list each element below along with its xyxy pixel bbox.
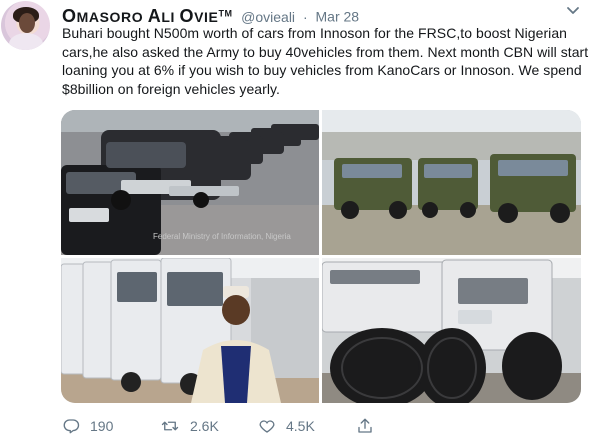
like-icon	[259, 420, 275, 433]
display-name[interactable]: OMASORO ALI OVIETM	[62, 6, 237, 26]
tweet-text: Buhari bought N500m worth of cars from I…	[62, 25, 589, 97]
tweet-date[interactable]: Mar 28	[316, 9, 360, 25]
retweet-count: 2.6K	[190, 418, 219, 434]
photo-trucks-man[interactable]	[61, 258, 319, 403]
photo-black-suvs[interactable]: Federal Ministry of Information, Nigeria	[61, 110, 319, 255]
retweet-button[interactable]: 2.6K	[160, 416, 219, 436]
photo-watermark: Federal Ministry of Information, Nigeria	[153, 232, 291, 241]
action-bar: 190 2.6K 4.5K	[62, 416, 582, 436]
like-count: 4.5K	[286, 418, 315, 434]
chevron-down-icon[interactable]	[566, 6, 580, 16]
media-grid[interactable]: Federal Ministry of Information, Nigeria	[61, 110, 581, 403]
photo-truck-closeup[interactable]	[322, 258, 581, 403]
reply-count: 190	[90, 418, 114, 434]
retweet-icon	[161, 421, 179, 431]
like-button[interactable]: 4.5K	[258, 416, 315, 436]
share-icon	[358, 418, 372, 433]
handle[interactable]: @ovieali	[241, 9, 295, 25]
reply-button[interactable]: 190	[62, 416, 113, 436]
reply-icon	[63, 419, 80, 434]
separator: ·	[302, 8, 308, 25]
share-button[interactable]	[356, 416, 384, 436]
tweet-header: OMASORO ALI OVIETM @ovieali · Mar 28	[62, 3, 360, 26]
avatar[interactable]	[1, 1, 50, 50]
photo-army-vehicles[interactable]	[322, 110, 581, 255]
tweet: OMASORO ALI OVIETM @ovieali · Mar 28 Buh…	[0, 0, 595, 441]
